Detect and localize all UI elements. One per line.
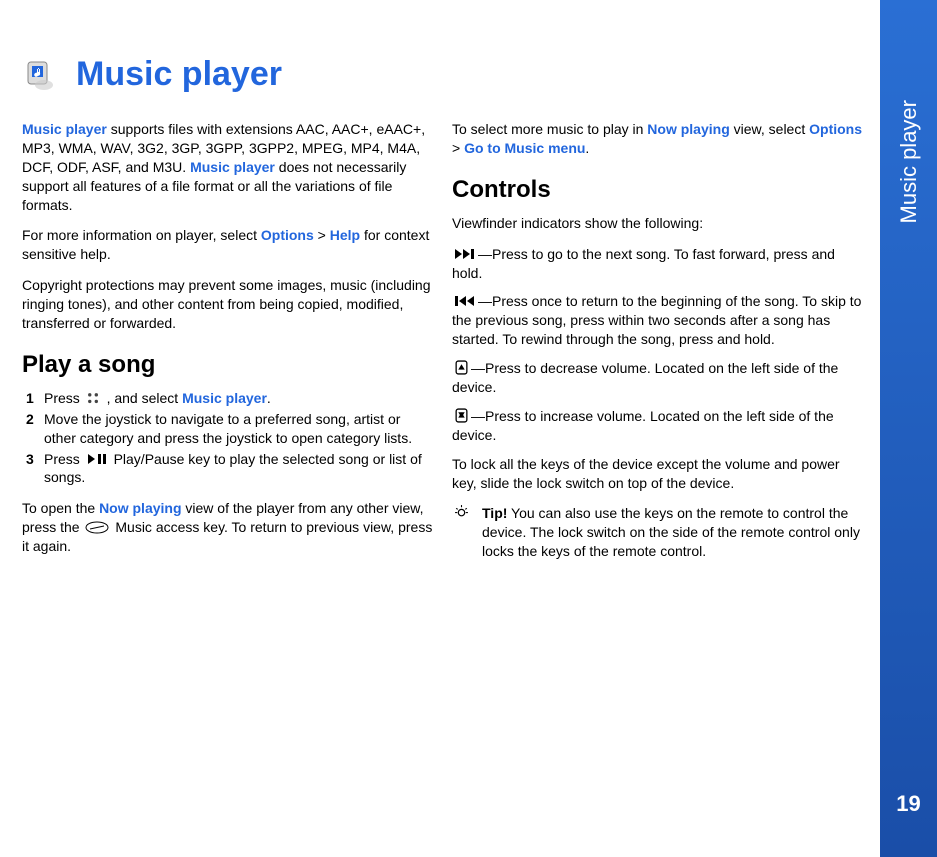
term-go-to-music-menu: Go to Music menu bbox=[464, 140, 585, 156]
control-volume-down: —Press to decrease volume. Located on th… bbox=[452, 359, 864, 397]
volume-down-icon bbox=[454, 360, 469, 373]
intro-para-1: Music player supports files with extensi… bbox=[22, 120, 434, 214]
term-music-player: Music player bbox=[22, 121, 107, 137]
column-right: To select more music to play in Now play… bbox=[452, 120, 864, 568]
step-3: 3 Press Play/Pause key to play the selec… bbox=[26, 450, 434, 488]
controls-lead: Viewfinder indicators show the following… bbox=[452, 214, 864, 233]
play-song-after: To open the Now playing view of the play… bbox=[22, 499, 434, 556]
control-previous: —Press once to return to the beginning o… bbox=[452, 292, 864, 349]
control-next: —Press to go to the next song. To fast f… bbox=[452, 245, 864, 283]
title-row: Music player bbox=[22, 55, 864, 94]
heading-controls: Controls bbox=[452, 176, 864, 204]
lock-para: To lock all the keys of the device excep… bbox=[452, 455, 864, 493]
term-now-playing-2: Now playing bbox=[647, 121, 729, 137]
tip-icon bbox=[454, 504, 469, 517]
intro-para-2: For more information on player, select O… bbox=[22, 226, 434, 264]
page-content: Music player Music player supports files… bbox=[0, 0, 880, 857]
menu-key-icon bbox=[86, 391, 101, 404]
music-access-key-icon bbox=[85, 520, 109, 533]
page-title: Music player bbox=[76, 55, 282, 94]
term-options-2: Options bbox=[809, 121, 862, 137]
previous-icon bbox=[454, 294, 476, 307]
column-left: Music player supports files with extensi… bbox=[22, 120, 434, 568]
heading-play-a-song: Play a song bbox=[22, 351, 434, 379]
play-pause-icon bbox=[86, 452, 108, 465]
control-volume-up: —Press to increase volume. Located on th… bbox=[452, 407, 864, 445]
step-2: 2 Move the joystick to navigate to a pre… bbox=[26, 410, 434, 448]
term-music-player-2: Music player bbox=[190, 159, 275, 175]
step-1: 1 Press , and select Music player. bbox=[26, 389, 434, 408]
sidebar-label: Music player bbox=[896, 100, 922, 223]
term-now-playing: Now playing bbox=[99, 500, 181, 516]
term-options: Options bbox=[261, 227, 314, 243]
page-number: 19 bbox=[896, 791, 920, 817]
intro-para-3: Copyright protections may prevent some i… bbox=[22, 276, 434, 333]
steps-list: 1 Press , and select Music player. 2 Mov… bbox=[22, 389, 434, 487]
tip-block: Tip! You can also use the keys on the re… bbox=[452, 504, 864, 561]
term-music-player-3: Music player bbox=[182, 390, 267, 406]
music-player-icon bbox=[22, 58, 58, 94]
next-icon bbox=[454, 247, 476, 260]
term-help: Help bbox=[330, 227, 360, 243]
sidebar: Music player 19 bbox=[880, 0, 937, 857]
volume-up-icon bbox=[454, 408, 469, 421]
tip-label: Tip! bbox=[482, 505, 507, 521]
select-music-para: To select more music to play in Now play… bbox=[452, 120, 864, 158]
